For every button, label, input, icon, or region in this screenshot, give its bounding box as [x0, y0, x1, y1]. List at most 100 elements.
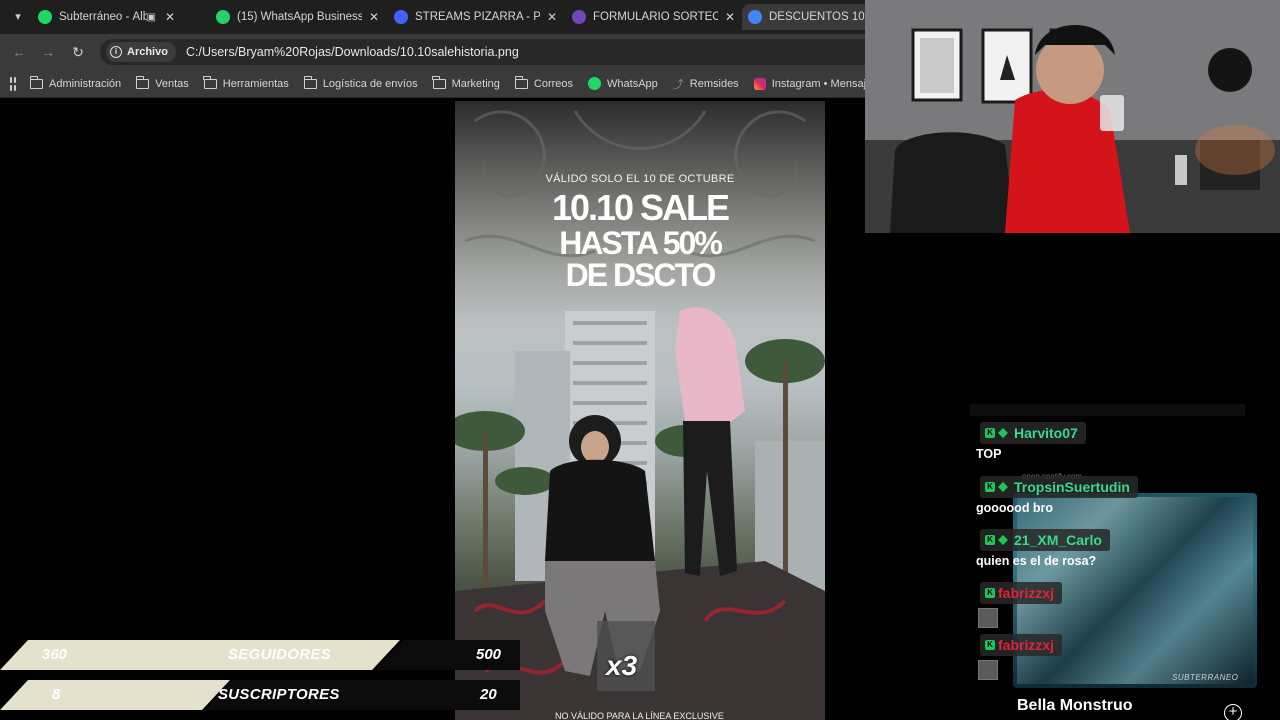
diamond-badge-icon — [998, 535, 1008, 545]
chat-message-text: goooood bro — [976, 501, 1054, 515]
poster-headline: 10.10 SALE — [551, 187, 730, 228]
webcam-feed — [865, 0, 1280, 233]
back-arrow-icon[interactable]: ← — [10, 43, 28, 61]
chat-message-text: TOP — [976, 447, 1002, 461]
bookmark-label: Remsides — [689, 77, 739, 90]
chat-username-chip: Kfabrizzxj — [980, 582, 1063, 604]
bookmark-label: WhatsApp — [607, 77, 658, 90]
stream-chat: K Harvito07 TOP K TropsinSuertudin goooood br… — [970, 404, 1245, 684]
poster-dscto-line: DE DSCTO — [565, 257, 717, 293]
diamond-badge-icon — [998, 482, 1008, 492]
followers-bar: 360 SEGUIDORES 500 — [0, 640, 520, 670]
folder-icon — [135, 75, 150, 89]
chat-username-chip: K TropsinSuertudin — [980, 476, 1138, 498]
tab-label: Subterráneo - Álbum de — [59, 11, 147, 23]
close-tab-icon[interactable]: ✕ — [366, 10, 382, 24]
bookmark-item[interactable]: Marketing — [432, 75, 500, 90]
screen: ▾ Subterráneo - Álbum de▣✕(15) WhatsApp … — [0, 0, 1280, 720]
subscribers-progress-fill — [0, 680, 230, 710]
chat-username-chip: K 21_XM_Carlo — [980, 529, 1110, 551]
followers-goal: 500 — [476, 646, 502, 663]
sale-poster-image: VÁLIDO SOLO EL 10 DE OCTUBRE 10.10 SALE … — [455, 101, 825, 720]
badge-icon: K — [985, 482, 995, 492]
badge-icon: K — [985, 588, 995, 598]
bookmark-item[interactable]: Instagram • Mensajes — [753, 77, 878, 90]
badge-icon: K — [985, 428, 995, 438]
bookmark-item[interactable]: WhatsApp — [588, 77, 658, 90]
badge-icon: K — [985, 640, 995, 650]
chat-username: Harvito07 — [1014, 425, 1078, 441]
tab-1[interactable]: Subterráneo - Álbum de▣ ✕ — [32, 4, 182, 30]
tab-label: DESCUENTOS 10.10 - — [769, 11, 872, 23]
badge-icon: K — [985, 535, 995, 545]
folder-icon — [514, 75, 528, 89]
tab-3[interactable]: STREAMS PIZARRA - Pizarra ✕ — [388, 4, 564, 30]
close-tab-icon[interactable]: ✕ — [162, 10, 178, 24]
tab-label: STREAMS PIZARRA - Pizarra — [415, 11, 540, 23]
bookmark-label: Administración — [49, 77, 122, 90]
tab-5[interactable]: DESCUENTOS 10.10 - — [742, 4, 872, 30]
folder-icon — [432, 75, 446, 89]
whatsapp-icon — [588, 77, 602, 90]
tab-2[interactable]: (15) WhatsApp Business ✕ — [210, 4, 386, 30]
bookmarks-bar: Administración Ventas Herramientas Logístic… — [0, 70, 878, 98]
bookmark-label: Herramientas — [222, 77, 289, 90]
bookmark-item[interactable]: Logística de envíos — [303, 75, 418, 90]
followers-label: SEGUIDORES — [228, 646, 332, 663]
chat-emote-thumbnail — [978, 608, 998, 628]
bookmark-label: Logística de envíos — [322, 77, 418, 90]
bookmark-label: Correos — [533, 77, 574, 90]
forms-icon — [572, 10, 586, 24]
bookmark-item[interactable]: Ventas — [135, 75, 189, 90]
followers-count: 360 — [42, 646, 68, 663]
folder-icon — [203, 75, 217, 89]
chat-username: TropsinSuertudin — [1014, 479, 1130, 495]
folder-icon — [29, 75, 43, 89]
poster-valid-date: VÁLIDO SOLO EL 10 DE OCTUBRE — [545, 173, 735, 185]
media-control-icon[interactable]: ▣ — [147, 12, 156, 23]
chat-username-chip: K Harvito07 — [980, 422, 1086, 444]
bookmark-item[interactable]: Herramientas — [203, 75, 289, 90]
bookmark-label: Ventas — [155, 77, 189, 90]
url-text[interactable]: C:/Users/Bryam%20Rojas/Downloads/10.10sa… — [186, 45, 519, 59]
chat-username: fabrizzxj — [998, 585, 1055, 601]
info-icon: i — [110, 46, 122, 58]
forward-arrow-icon[interactable]: → — [39, 43, 57, 61]
tab-label: FORMULARIO SORTEO DO — [593, 11, 718, 23]
apps-grid-icon[interactable] — [10, 76, 16, 91]
tab-4[interactable]: FORMULARIO SORTEO DO ✕ — [566, 4, 742, 30]
tab-search-button[interactable]: ▾ — [8, 6, 28, 26]
subscribers-count: 8 — [52, 686, 61, 703]
reload-icon[interactable]: ↻ — [69, 43, 87, 61]
site-info-label: Archivo — [127, 46, 168, 58]
chat-username: 21_XM_Carlo — [1014, 532, 1102, 548]
tab-label: (15) WhatsApp Business — [237, 11, 362, 23]
instagram-icon — [753, 77, 766, 90]
whatsapp-icon — [216, 10, 230, 24]
browser-toolbar: ← → ↻ i Archivo C:/Users/Bryam%20Rojas/D… — [0, 34, 865, 70]
bookmark-link-icon: ⤴ — [672, 78, 684, 91]
chat-emote-thumbnail — [978, 660, 998, 680]
now-playing-song-title: Bella Monstruo — [1017, 697, 1133, 714]
bookmark-item[interactable]: Administración — [29, 75, 122, 90]
chat-username: fabrizzxj — [998, 637, 1055, 653]
miro-icon — [394, 10, 408, 24]
bookmark-label: Instagram • Mensajes — [771, 77, 878, 90]
chat-message-text: quien es el de rosa? — [976, 554, 1097, 568]
site-info-chip[interactable]: i Archivo — [106, 42, 176, 62]
tab-strip: ▾ Subterráneo - Álbum de▣✕(15) WhatsApp … — [0, 0, 872, 34]
poster-footnote: NO VÁLIDO PARA LA LÍNEA EXCLUSIVE — [555, 711, 724, 720]
bookmark-label: Marketing — [451, 77, 500, 90]
bookmark-item[interactable]: Correos — [514, 75, 574, 90]
address-bar[interactable]: i Archivo C:/Users/Bryam%20Rojas/Downloa… — [100, 39, 865, 65]
add-to-library-icon[interactable]: + — [1224, 704, 1242, 720]
subscribers-goal: 20 — [480, 686, 497, 703]
subscribers-bar: 8 SUSCRIPTORES 20 — [0, 680, 520, 710]
close-tab-icon[interactable]: ✕ — [722, 10, 738, 24]
spotify-icon — [38, 10, 52, 24]
diamond-badge-icon — [998, 428, 1008, 438]
bookmark-item[interactable]: ⤴ Remsides — [673, 76, 739, 92]
google-icon — [748, 10, 762, 24]
close-tab-icon[interactable]: ✕ — [544, 10, 560, 24]
chat-header-bar — [970, 404, 1245, 416]
